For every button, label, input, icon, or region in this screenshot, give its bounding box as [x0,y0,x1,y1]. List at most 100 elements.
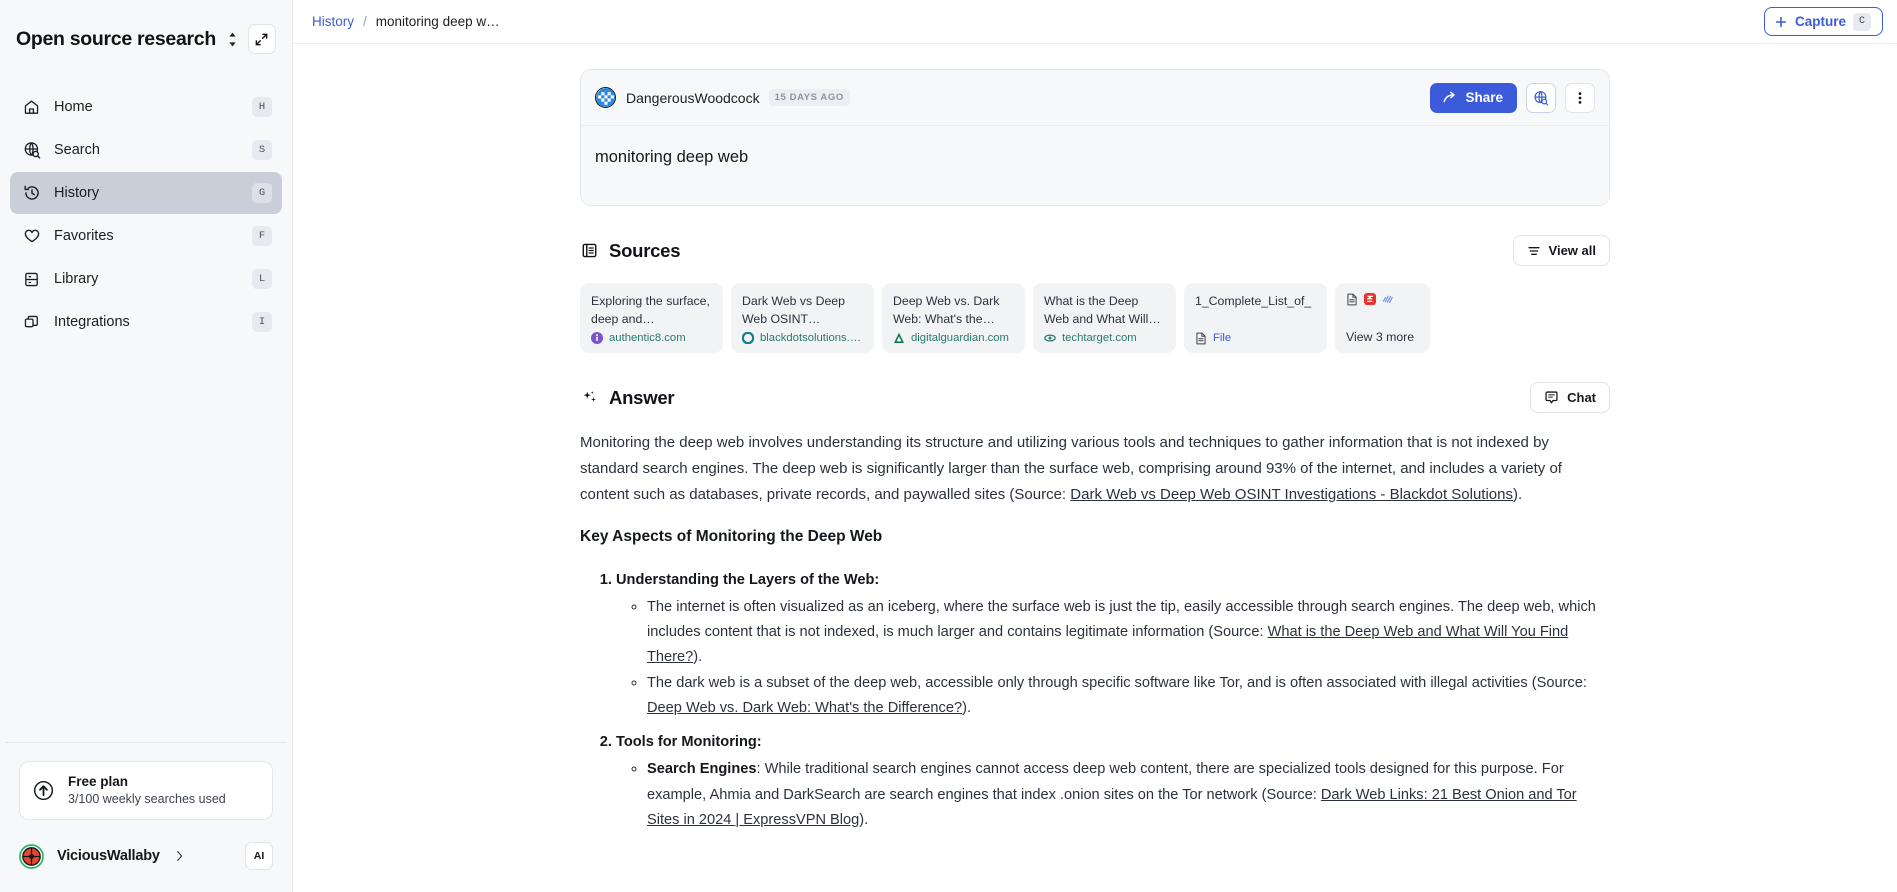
query-card-actions: Share [1430,82,1595,113]
sources-list: Exploring the surface, deep and… authent… [580,283,1610,353]
view-more-label: View 3 more [1346,330,1415,344]
home-icon [22,98,41,117]
source-title: Deep Web vs. Dark Web: What's the… [893,294,1000,326]
collapse-panel-icon[interactable] [247,24,276,54]
sidebar-item-shortcut: F [252,226,272,246]
file-icon [1195,332,1207,344]
capture-button[interactable]: Capture C [1763,7,1883,36]
query-card-header: DangerousWoodcock 15 DAYS AGO Share [581,70,1609,126]
view-all-sources-button[interactable]: View all [1512,235,1610,266]
list-item-label: Understanding the Layers of the Web: [616,571,880,588]
upgrade-arrow-icon [32,779,55,802]
answer-body: Monitoring the deep web involves underst… [580,430,1610,882]
capture-label: Capture [1794,14,1846,29]
dots-vertical-icon[interactable] [1565,82,1595,113]
blackdot-favicon [742,332,754,344]
view-more-sources-card[interactable]: View 3 more [1335,283,1430,353]
plan-usage: 3/100 weekly searches used [68,792,226,807]
sidebar-item-shortcut: I [252,312,272,332]
plus-icon [1774,15,1788,29]
source-card[interactable]: 1_Complete_List_of_ File [1184,283,1327,353]
answer-title: Answer [609,386,675,408]
sidebar-item-home[interactable]: Home H [10,86,282,128]
source-domain-row: blackdotsolutions.c… [742,332,863,344]
more-source-icons [1346,293,1419,305]
plan-card[interactable]: Free plan 3/100 weekly searches used [19,760,273,820]
workspace-header: Open source research [0,0,292,78]
chevron-updown-icon[interactable] [224,28,242,50]
globe-search-icon[interactable] [1526,82,1556,113]
book-icon [22,270,41,289]
sidebar-item-shortcut: H [252,97,272,117]
source-card[interactable]: Dark Web vs Deep Web OSINT… blackdotsolu… [731,283,874,353]
sidebar: Open source research Home H Search S His… [0,0,293,892]
sparkle-lines-icon [1382,293,1394,305]
user-row[interactable]: ViciousWallaby AI [0,842,292,892]
ai-assistant-button[interactable]: AI [245,842,273,870]
user-name: ViciousWallaby [57,848,160,864]
query-card: DangerousWoodcock 15 DAYS AGO Share moni… [580,69,1610,206]
source-card[interactable]: Deep Web vs. Dark Web: What's the… digit… [882,283,1025,353]
source-domain-row: techtarget.com [1044,332,1165,344]
source-domain: techtarget.com [1062,332,1137,344]
sidebar-footer: Free plan 3/100 weekly searches used Vic… [0,741,292,892]
breadcrumb: History / monitoring deep w… [312,14,500,29]
answer-intro-paragraph: Monitoring the deep web involves underst… [580,430,1610,508]
sidebar-item-shortcut: L [252,269,272,289]
answer-header: Answer Chat [580,382,1610,413]
bullet-bold-label: Search Engines [647,761,757,778]
sources-title: Sources [609,239,681,261]
plan-text: Free plan 3/100 weekly searches used [68,773,226,808]
source-domain: blackdotsolutions.c… [760,332,863,344]
sidebar-item-search[interactable]: Search S [10,129,282,171]
source-domain: File [1213,332,1232,344]
bullet-text-2: ). [962,700,971,717]
intro-source-link[interactable]: Dark Web vs Deep Web OSINT Investigation… [1070,486,1513,503]
sidebar-item-history[interactable]: History G [10,172,282,214]
answer-subheading: Key Aspects of Monitoring the Deep Web [580,527,883,545]
answer-list-item: Understanding the Layers of the Web: The… [616,568,1610,722]
content-column: DangerousWoodcock 15 DAYS AGO Share moni… [580,44,1610,882]
topbar: History / monitoring deep w… Capture C [293,0,1897,44]
sidebar-item-library[interactable]: Library L [10,258,282,300]
breadcrumb-separator: / [363,14,367,29]
author-name: DangerousWoodcock [626,89,760,106]
divider [5,741,287,743]
sidebar-item-integrations[interactable]: Integrations I [10,301,282,343]
share-label: Share [1465,90,1503,105]
file-icon [1346,293,1358,305]
bullet-text-1: The dark web is a subset of the deep web… [647,675,1587,692]
list-item-label: Tools for Monitoring: [616,734,762,751]
sidebar-item-label: Search [54,142,100,158]
answer-sublist-item: The dark web is a subset of the deep web… [647,671,1610,721]
digitalguardian-favicon [893,332,905,344]
source-domain-row: digitalguardian.com [893,332,1014,344]
breadcrumb-parent[interactable]: History [312,14,354,29]
share-button[interactable]: Share [1430,82,1517,113]
sidebar-item-label: Library [54,271,99,287]
bullet-text-2: ). [859,811,869,828]
chat-label: Chat [1567,390,1596,405]
list-panel-icon [580,241,599,260]
content-scroll-area[interactable]: DangerousWoodcock 15 DAYS AGO Share moni… [293,44,1897,892]
bullet-source-link[interactable]: Deep Web vs. Dark Web: What's the Differ… [647,700,962,716]
source-domain-row: authentic8.com [591,332,712,344]
sidebar-item-favorites[interactable]: Favorites F [10,215,282,257]
source-card[interactable]: What is the Deep Web and What Will… tech… [1033,283,1176,353]
globe-search-icon [22,141,41,160]
sidebar-item-label: Integrations [54,314,130,330]
source-card[interactable]: Exploring the surface, deep and… authent… [580,283,723,353]
answer-sublist-item: Search Engines: While traditional search… [647,757,1610,832]
timestamp-badge: 15 DAYS AGO [768,89,850,106]
chevron-right-icon[interactable] [175,849,184,863]
chat-button[interactable]: Chat [1530,382,1610,413]
filter-lines-icon [1527,244,1541,258]
chat-bubble-icon [1544,390,1559,405]
sparkles-icon [580,388,599,407]
source-title: 1_Complete_List_of_ [1195,294,1312,308]
sidebar-nav: Home H Search S History G Favorites F Li… [0,78,292,343]
bullet-text-2: ). [693,649,703,666]
source-domain: authentic8.com [609,332,686,344]
source-title: Exploring the surface, deep and… [591,294,710,326]
source-title: Dark Web vs Deep Web OSINT… [742,294,845,326]
